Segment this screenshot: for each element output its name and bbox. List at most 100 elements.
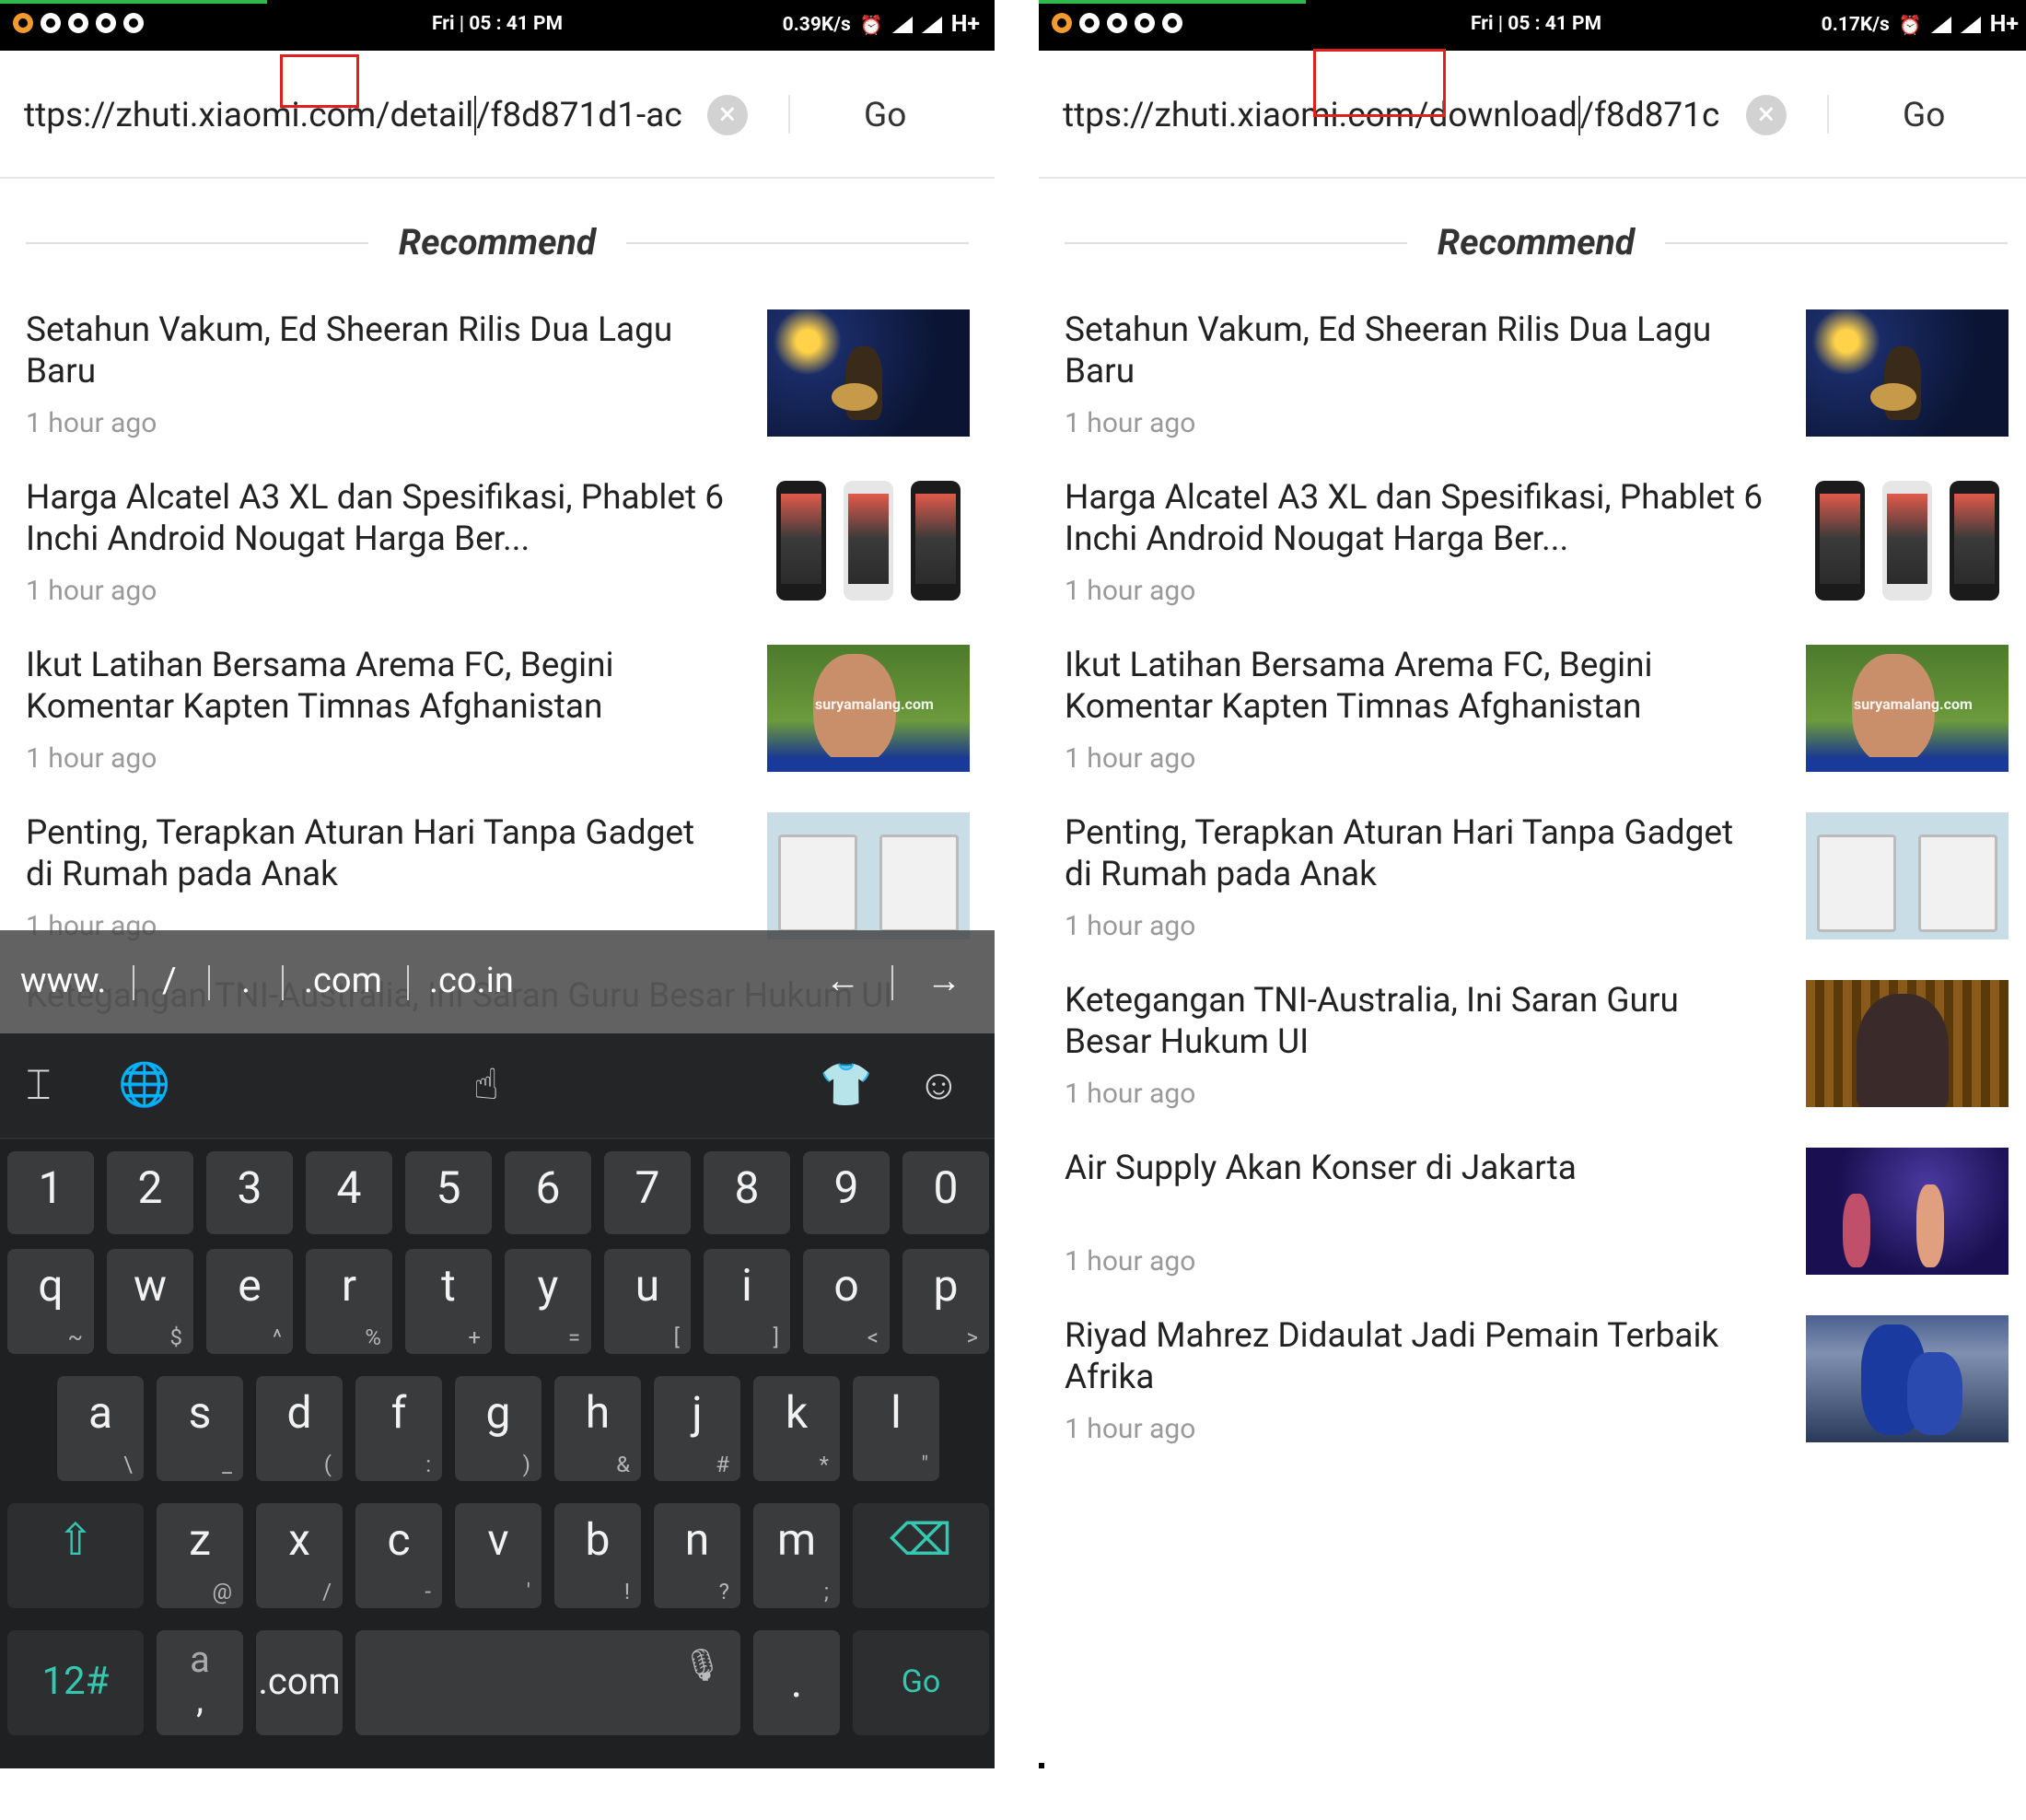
news-item[interactable]: Penting, Terapkan Aturan Hari Tanpa Gadg… (1039, 812, 2026, 980)
recommend-header: Recommend (1065, 219, 2008, 265)
symbols-key[interactable]: 12# (7, 1630, 144, 1735)
news-item[interactable]: Air Supply Akan Konser di Jakarta 1 hour… (1039, 1148, 2026, 1315)
cursor-left-arrow-icon[interactable]: ← (825, 958, 860, 1004)
news-title: Ikut Latihan Bersama Arema FC, Begini Ko… (1065, 646, 1653, 727)
key-4[interactable]: 4 (306, 1151, 392, 1234)
key-5[interactable]: 5 (405, 1151, 492, 1234)
news-title: Harga Alcatel A3 XL dan Spesifikasi, Pha… (26, 478, 725, 559)
key-c[interactable]: c- (355, 1503, 442, 1608)
key-b[interactable]: b! (554, 1503, 641, 1608)
key-s[interactable]: s _ (157, 1376, 243, 1481)
key-a[interactable]: a \ (57, 1376, 144, 1481)
news-thumbnail (767, 477, 970, 604)
key-i[interactable]: i] (704, 1249, 790, 1354)
key-3[interactable]: 3 (206, 1151, 293, 1234)
theme-shirt-icon[interactable]: 👕 (820, 1057, 872, 1113)
divider (788, 95, 790, 134)
alarm-icon: ⏰ (859, 13, 883, 36)
key-v[interactable]: v ' (455, 1503, 541, 1608)
key-q[interactable]: q ~ (7, 1249, 94, 1354)
news-thumbnail (1806, 812, 2009, 939)
key-h[interactable]: h & (554, 1376, 641, 1481)
shift-key[interactable]: ⇧ (7, 1503, 144, 1608)
news-thumbnail: suryamalang.com (1806, 645, 2009, 772)
language-key[interactable]: a, (157, 1630, 243, 1735)
suggest-www[interactable]: www. (20, 958, 106, 1004)
key-1[interactable]: 1 (7, 1151, 94, 1234)
divider (1827, 95, 1829, 134)
emoji-icon[interactable]: ☺ (917, 1057, 961, 1113)
phone-screen-left: Fri | 05 : 41 PM 0.39K/s ⏰ H+ ttps://zhu… (0, 0, 995, 1768)
url-input[interactable]: ttps://zhuti.xiaomi.com/detail/f8d871d1-… (24, 93, 700, 139)
key-g[interactable]: g) (455, 1376, 541, 1481)
key-n[interactable]: n? (654, 1503, 740, 1608)
key-m[interactable]: m; (753, 1503, 840, 1608)
clear-url-icon[interactable]: × (707, 95, 748, 135)
news-time: 1 hour ago (1065, 1245, 1196, 1278)
news-item[interactable]: Riyad Mahrez Didaulat Jadi Pemain Terbai… (1039, 1315, 2026, 1483)
news-thumbnail (1806, 1148, 2009, 1275)
gesture-input-icon[interactable]: ☝ (473, 1057, 499, 1113)
key-o[interactable]: o < (803, 1249, 890, 1354)
key-6[interactable]: 6 (505, 1151, 591, 1234)
keyboard-suggestion-strip: www. / . .com .co.in ← → (0, 930, 995, 1033)
cursor-right-arrow-icon[interactable]: → (926, 958, 961, 1004)
key-d[interactable]: d( (256, 1376, 343, 1481)
suggest-dot[interactable]: . (241, 958, 250, 1004)
key-y[interactable]: y = (505, 1249, 591, 1354)
news-title: Harga Alcatel A3 XL dan Spesifikasi, Pha… (1065, 478, 1764, 559)
suggest-com[interactable]: .com (304, 958, 382, 1004)
signal-icon (1960, 16, 1981, 33)
news-title: Setahun Vakum, Ed Sheeran Rilis Dua Lagu… (26, 310, 673, 391)
key-k[interactable]: k * (753, 1376, 840, 1481)
go-key[interactable]: Go (853, 1630, 989, 1735)
globe-icon[interactable]: 🌐 (118, 1057, 170, 1113)
key-p[interactable]: p > (902, 1249, 989, 1354)
news-time: 1 hour ago (26, 575, 157, 607)
backspace-key[interactable]: ⌫ (853, 1503, 989, 1608)
key-2[interactable]: 2 (107, 1151, 193, 1234)
key-7[interactable]: 7 (604, 1151, 691, 1234)
go-button[interactable]: Go (1903, 93, 1945, 139)
news-time: 1 hour ago (1065, 575, 1196, 607)
news-title: Air Supply Akan Konser di Jakarta (1065, 1149, 1577, 1188)
news-thumbnail (1806, 477, 2009, 604)
go-button[interactable]: Go (864, 93, 906, 139)
key-t[interactable]: t + (405, 1249, 492, 1354)
key-f[interactable]: f: (355, 1376, 442, 1481)
news-time: 1 hour ago (1065, 1413, 1196, 1445)
page-load-progress (0, 0, 267, 4)
key-z[interactable]: z @ (157, 1503, 243, 1608)
news-item[interactable]: Ikut Latihan Bersama Arema FC, Begini Ko… (0, 645, 995, 812)
suggest-slash[interactable]: / (162, 958, 177, 1004)
news-thumbnail (767, 309, 970, 437)
news-thumbnail (1806, 1315, 2009, 1442)
key-8[interactable]: 8 (704, 1151, 790, 1234)
news-item[interactable]: Harga Alcatel A3 XL dan Spesifikasi, Pha… (0, 477, 995, 645)
key-x[interactable]: x / (256, 1503, 343, 1608)
key-e[interactable]: e ^ (206, 1249, 293, 1354)
key-j[interactable]: j # (654, 1376, 740, 1481)
news-item[interactable]: Ketegangan TNI-Australia, Ini Saran Guru… (1039, 980, 2026, 1148)
status-bar: Fri | 05 : 41 PM 0.39K/s ⏰ H+ (0, 0, 995, 51)
news-title: Riyad Mahrez Didaulat Jadi Pemain Terbai… (1065, 1316, 1719, 1397)
key-l[interactable]: l " (853, 1376, 939, 1481)
clear-url-icon[interactable]: × (1746, 95, 1787, 135)
key-u[interactable]: u[ (604, 1249, 691, 1354)
key-r[interactable]: r% (306, 1249, 392, 1354)
period-key[interactable]: . (753, 1630, 840, 1735)
text-cursor-icon[interactable]: ⌶ (26, 1057, 52, 1113)
microphone-icon: 🎙 (681, 1647, 722, 1684)
key-9[interactable]: 9 (803, 1151, 890, 1234)
news-item[interactable]: Setahun Vakum, Ed Sheeran Rilis Dua Lagu… (0, 309, 995, 477)
dotcom-key[interactable]: .com (256, 1630, 343, 1735)
recommend-title: Recommend (1437, 221, 1636, 263)
suggest-co-in[interactable]: .co.in (429, 958, 514, 1004)
news-item[interactable]: Setahun Vakum, Ed Sheeran Rilis Dua Lagu… (1039, 309, 2026, 477)
news-item[interactable]: Harga Alcatel A3 XL dan Spesifikasi, Pha… (1039, 477, 2026, 645)
news-item[interactable]: Ikut Latihan Bersama Arema FC, Begini Ko… (1039, 645, 2026, 812)
key-0[interactable]: 0 (902, 1151, 989, 1234)
space-key[interactable]: 🎙 (355, 1630, 740, 1735)
key-w[interactable]: w $ (107, 1249, 193, 1354)
network-type: H+ (950, 11, 980, 38)
